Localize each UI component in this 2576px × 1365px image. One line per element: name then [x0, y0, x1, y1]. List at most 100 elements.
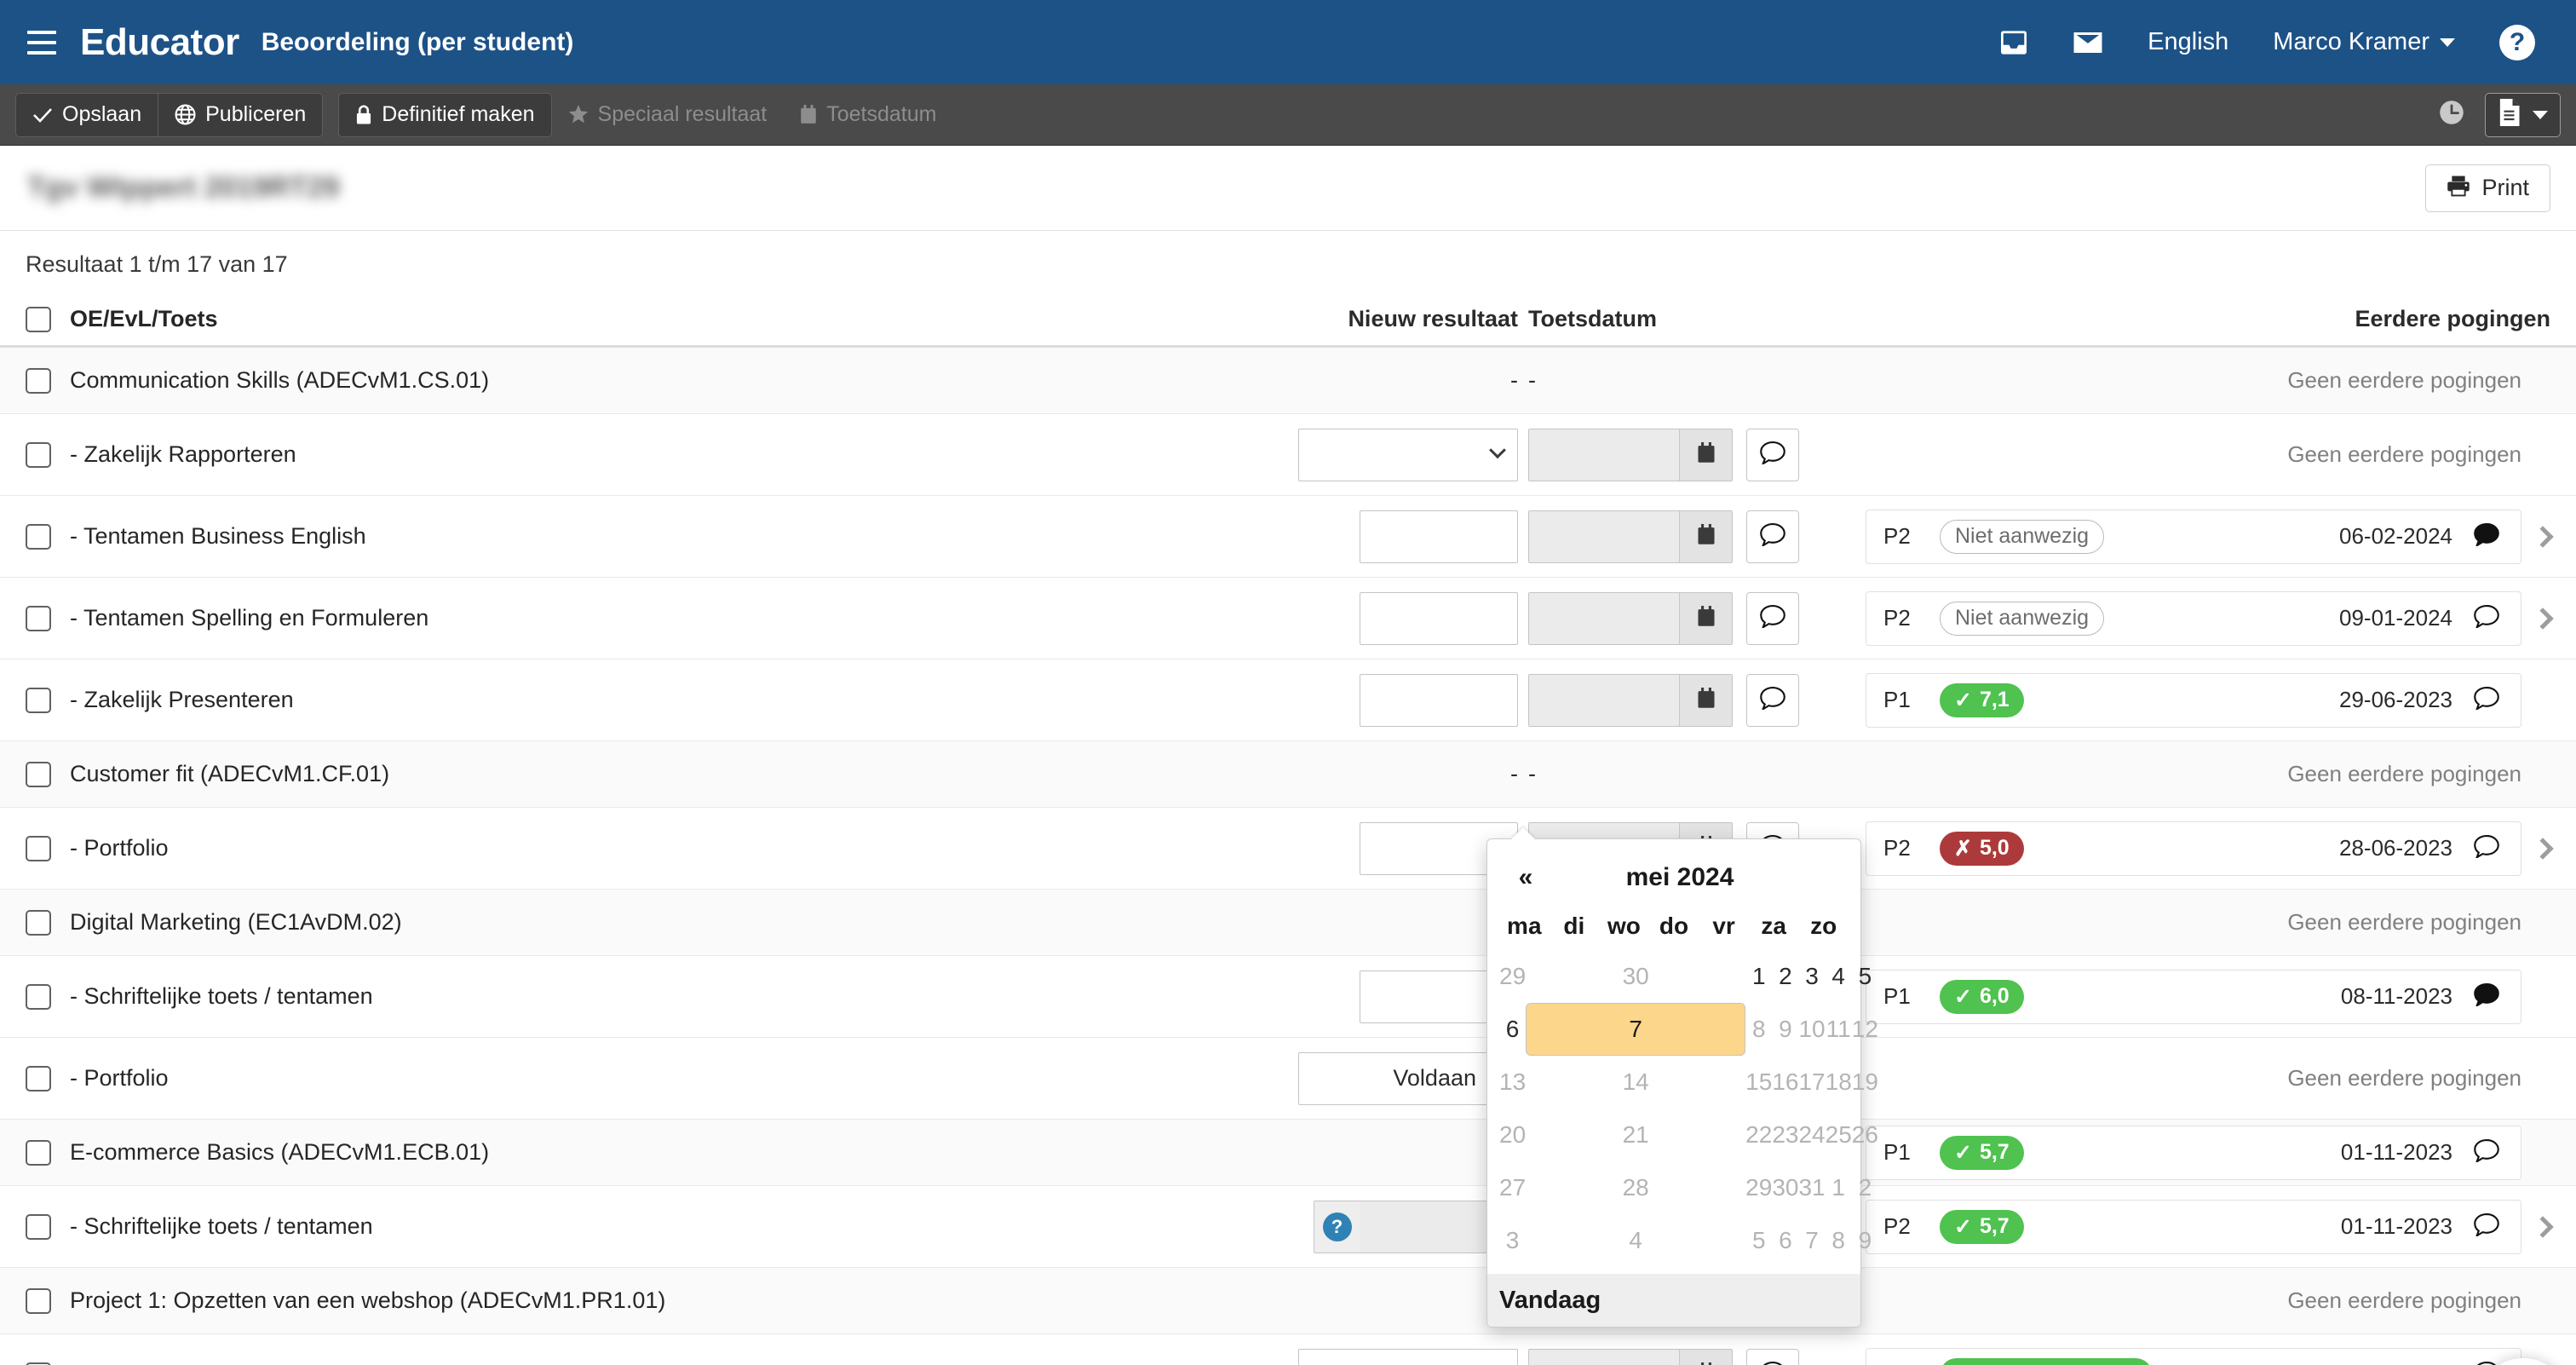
datepicker-day[interactable]: 18 — [1826, 1056, 1852, 1109]
datepicker-day[interactable]: 9 — [1852, 1214, 1878, 1267]
datepicker-day[interactable]: 19 — [1852, 1056, 1878, 1109]
test-date-calendar-button[interactable] — [1679, 1349, 1732, 1365]
test-date-input[interactable] — [1529, 592, 1679, 644]
datepicker-day[interactable]: 22 — [1745, 1109, 1772, 1161]
row-checkbox[interactable] — [26, 1213, 51, 1240]
datepicker-day[interactable]: 16 — [1772, 1056, 1798, 1109]
attempt-comment-button[interactable] — [2470, 686, 2504, 714]
user-menu[interactable]: Marco Kramer — [2251, 0, 2477, 84]
row-comment-button[interactable] — [1746, 1348, 1799, 1365]
test-date-input[interactable] — [1529, 1349, 1679, 1365]
row-checkbox[interactable] — [26, 605, 51, 631]
row-checkbox[interactable] — [26, 1287, 51, 1314]
row-checkbox[interactable] — [26, 367, 51, 394]
help-button[interactable]: ? — [2477, 0, 2557, 84]
datepicker-day[interactable]: 29 — [1745, 1161, 1772, 1214]
datepicker-day[interactable]: 20 — [1499, 1109, 1526, 1161]
test-date-calendar-button[interactable] — [1679, 429, 1732, 481]
datepicker-prev-month-button[interactable]: « — [1499, 863, 1552, 892]
datepicker-day[interactable]: 6 — [1499, 1003, 1526, 1056]
inbox-icon[interactable] — [1977, 0, 2050, 84]
datepicker-day[interactable]: 27 — [1499, 1161, 1526, 1214]
datepicker-day[interactable]: 23 — [1772, 1109, 1798, 1161]
attempt-comment-button[interactable] — [2470, 604, 2504, 632]
row-checkbox[interactable] — [26, 1065, 51, 1091]
row-comment-button[interactable] — [1746, 510, 1799, 563]
datepicker-today-button[interactable]: Vandaag — [1499, 1286, 1613, 1315]
attempt-comment-button[interactable] — [2470, 834, 2504, 862]
test-date-calendar-button[interactable] — [1679, 674, 1732, 726]
new-result-input[interactable] — [1360, 510, 1518, 563]
previous-attempt-box[interactable]: P1 ✓ 5,7 01-11-2023 — [1866, 1125, 2521, 1180]
datepicker-day[interactable]: 5 — [1852, 950, 1878, 1003]
finalize-button[interactable]: Definitief maken — [338, 92, 552, 137]
datepicker-day[interactable]: 31 — [1798, 1161, 1825, 1214]
row-checkbox[interactable] — [26, 687, 51, 713]
test-date-calendar-button[interactable] — [1679, 510, 1732, 562]
datepicker-day[interactable]: 2 — [1852, 1161, 1878, 1214]
datepicker-day[interactable]: 4 — [1526, 1214, 1745, 1267]
datepicker-day[interactable]: 5 — [1745, 1214, 1772, 1267]
datepicker-day[interactable]: 30 — [1772, 1161, 1798, 1214]
attempt-comment-button[interactable] — [2470, 1138, 2504, 1166]
previous-attempt-box[interactable]: P1 ✓ 6,0 08-11-2023 — [1866, 969, 2521, 1024]
datepicker-popup[interactable]: « mei 2024 ma di wo do vr za zo 29 30 1 2 3 4 5 6 7 8 9 1… — [1486, 827, 1878, 1328]
mail-icon[interactable] — [2050, 0, 2125, 84]
new-result-select[interactable] — [1298, 1348, 1518, 1365]
expand-attempt-chevron-icon[interactable] — [2532, 1215, 2554, 1238]
hamburger-menu-icon[interactable] — [15, 16, 68, 69]
previous-attempt-box[interactable]: P2 ✓ 5,7 01-11-2023 — [1866, 1199, 2521, 1254]
row-comment-button[interactable] — [1746, 428, 1799, 481]
datepicker-day[interactable]: 17 — [1798, 1056, 1825, 1109]
new-result-input[interactable] — [1360, 673, 1518, 727]
new-result-select[interactable]: Voldaan — [1298, 1051, 1518, 1105]
save-button[interactable]: Opslaan — [15, 92, 159, 137]
datepicker-day[interactable]: 30 — [1526, 950, 1745, 1003]
language-selector[interactable]: English — [2125, 0, 2251, 84]
datepicker-day[interactable]: 1 — [1745, 950, 1772, 1003]
datepicker-day[interactable]: 8 — [1826, 1214, 1852, 1267]
datepicker-day[interactable]: 9 — [1772, 1003, 1798, 1056]
datepicker-day[interactable]: 21 — [1526, 1109, 1745, 1161]
datepicker-day[interactable]: 8 — [1745, 1003, 1772, 1056]
datepicker-day[interactable]: 10 — [1798, 1003, 1825, 1056]
test-date-input[interactable] — [1529, 429, 1679, 481]
row-checkbox[interactable] — [26, 1139, 51, 1166]
special-result-button[interactable]: Speciaal resultaat — [551, 92, 785, 137]
expand-attempt-chevron-icon[interactable] — [2532, 525, 2554, 548]
test-date-input[interactable] — [1529, 510, 1679, 562]
datepicker-day[interactable]: 2 — [1772, 950, 1798, 1003]
expand-attempt-chevron-icon[interactable] — [2532, 607, 2554, 630]
datepicker-day[interactable]: 25 — [1826, 1109, 1852, 1161]
previous-attempt-box[interactable]: P2 Niet aanwezig 06-02-2024 — [1866, 509, 2521, 564]
previous-attempt-box[interactable]: P2 ✗ 5,0 28-06-2023 — [1866, 821, 2521, 876]
row-checkbox[interactable] — [26, 835, 51, 861]
attempt-comment-button[interactable] — [2470, 982, 2504, 1011]
new-result-select[interactable] — [1298, 428, 1518, 481]
test-date-button[interactable]: Toetsdatum — [784, 92, 954, 137]
export-document-button[interactable] — [2485, 92, 2561, 137]
test-date-input[interactable] — [1529, 674, 1679, 726]
datepicker-day[interactable]: 13 — [1499, 1056, 1526, 1109]
previous-attempt-box[interactable]: P2 ✓ruim voldoende 24-04-2023 — [1866, 1347, 2521, 1365]
print-button[interactable]: Print — [2425, 164, 2550, 212]
field-help-button[interactable]: ? — [1314, 1200, 1360, 1253]
datepicker-day[interactable]: 3 — [1499, 1214, 1526, 1267]
select-all-checkbox[interactable] — [26, 306, 51, 332]
datepicker-day[interactable]: 14 — [1526, 1056, 1745, 1109]
datepicker-day[interactable]: 15 — [1745, 1056, 1772, 1109]
row-checkbox[interactable] — [26, 523, 51, 550]
datepicker-day[interactable]: 11 — [1826, 1003, 1852, 1056]
history-button[interactable] — [2427, 92, 2476, 137]
datepicker-day[interactable]: 12 — [1852, 1003, 1878, 1056]
attempt-comment-button[interactable] — [2470, 1212, 2504, 1241]
previous-attempt-box[interactable]: P1 ✓ 7,1 29-06-2023 — [1866, 672, 2521, 728]
datepicker-day[interactable]: 7 — [1798, 1214, 1825, 1267]
datepicker-day[interactable]: 3 — [1798, 950, 1825, 1003]
datepicker-day[interactable]: 29 — [1499, 950, 1526, 1003]
datepicker-day[interactable]: 4 — [1826, 950, 1852, 1003]
datepicker-day[interactable]: 26 — [1852, 1109, 1878, 1161]
row-comment-button[interactable] — [1746, 591, 1799, 645]
datepicker-day-selected[interactable]: 7 — [1526, 1003, 1746, 1056]
test-date-calendar-button[interactable] — [1679, 592, 1732, 644]
